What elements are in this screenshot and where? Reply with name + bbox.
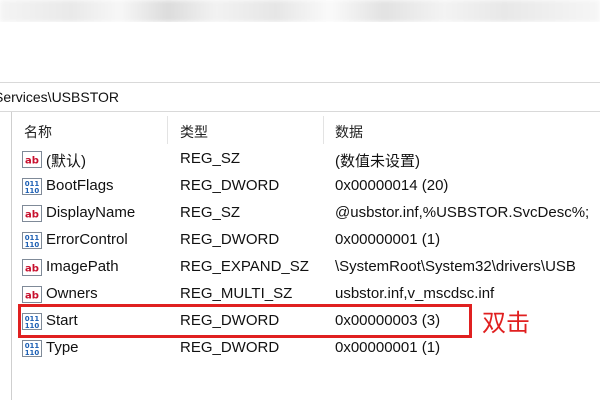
svg-text:110: 110 (25, 349, 40, 357)
value-name: Owners (46, 285, 98, 302)
svg-text:110: 110 (25, 187, 40, 195)
window-background (0, 22, 600, 82)
binary-value-icon: 011110 (22, 232, 42, 249)
address-path[interactable]: Services\USBSTOR (0, 89, 119, 105)
value-type: REG_EXPAND_SZ (180, 258, 309, 275)
highlight-box (18, 304, 472, 338)
value-row-2[interactable]: 011 110 BootFlags REG_DWORD 0x00000014 (20) (12, 173, 600, 200)
registry-editor-screenshot: Services\USBSTOR 名称 类型 数据 ab (默认) REG_SZ (数… (0, 0, 600, 400)
value-row-3[interactable]: ab DisplayName REG_SZ @usbstor.inf,%USBSTOR… (12, 200, 600, 227)
blurred-top-strip (0, 0, 600, 22)
value-data: (数值未设置) (335, 153, 420, 170)
svg-text:ab: ab (25, 291, 39, 302)
value-row-4[interactable]: 011 110 ErrorControl REG_DWORD 0x00000001 (1… (12, 227, 600, 254)
svg-text:ab: ab (25, 156, 39, 167)
value-row-1[interactable]: ab (默认) REG_SZ (数值未设置) (12, 146, 600, 173)
svg-text:110: 110 (25, 241, 40, 249)
value-name: DisplayName (46, 204, 136, 221)
value-data: 0x00000001 (1) (335, 339, 441, 356)
value-type: REG_DWORD (180, 339, 280, 356)
value-name: ErrorControl (46, 231, 128, 248)
value-type: REG_SZ (180, 150, 241, 167)
value-name: Type (46, 339, 79, 356)
value-type: REG_DWORD (180, 177, 280, 194)
string-value-icon: ab (22, 259, 42, 276)
value-type: REG_MULTI_SZ (180, 285, 293, 302)
svg-text:ab: ab (25, 210, 39, 221)
column-divider[interactable] (323, 116, 324, 144)
string-value-icon: ab (22, 205, 42, 222)
value-data: 0x00000014 (20) (335, 177, 449, 194)
binary-value-icon: 011110 (22, 340, 42, 357)
column-header-type[interactable]: 类型 (180, 122, 208, 142)
value-type: REG_SZ (180, 204, 241, 221)
value-data: @usbstor.inf,%USBSTOR.SvcDesc%; (335, 204, 590, 221)
svg-text:ab: ab (25, 264, 39, 275)
value-name: ImagePath (46, 258, 119, 275)
key-tree-pane[interactable] (0, 112, 12, 400)
column-divider[interactable] (167, 116, 168, 144)
value-name: BootFlags (46, 177, 114, 194)
value-name: (默认) (46, 153, 86, 170)
column-header-data[interactable]: 数据 (335, 122, 363, 142)
string-value-icon: ab (22, 151, 42, 168)
value-type: REG_DWORD (180, 231, 280, 248)
values-list[interactable]: 名称 类型 数据 ab (默认) REG_SZ (数值未设置) 011 110 BootFl… (12, 112, 600, 400)
value-data: usbstor.inf,v_mscdsc.inf (335, 285, 495, 302)
address-bar[interactable]: Services\USBSTOR (0, 82, 600, 112)
annotation-label: 双击 (482, 309, 530, 337)
list-header: 名称 类型 数据 (12, 116, 600, 144)
column-header-name[interactable]: 名称 (24, 122, 52, 142)
value-data: \SystemRoot\System32\drivers\USB (335, 258, 576, 275)
value-row-5[interactable]: ab ImagePath REG_EXPAND_SZ \SystemRoot\Syst… (12, 254, 600, 281)
string-value-icon: ab (22, 286, 42, 303)
binary-value-icon: 011110 (22, 178, 42, 195)
value-data: 0x00000001 (1) (335, 231, 441, 248)
value-row-8[interactable]: 011 110 Type REG_DWORD 0x00000001 (1) (12, 335, 600, 362)
